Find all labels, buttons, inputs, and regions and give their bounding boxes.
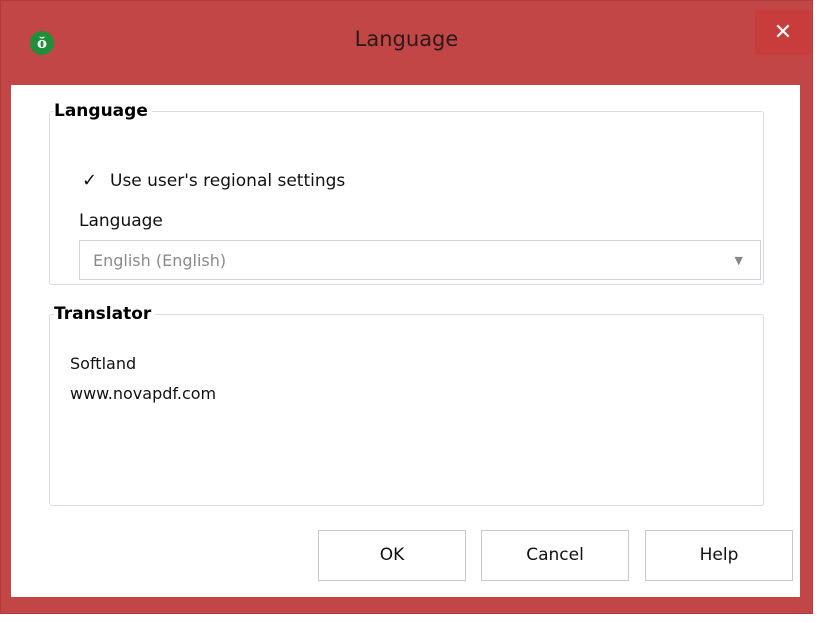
- translator-website: www.novapdf.com: [70, 384, 217, 403]
- regional-settings-label[interactable]: Use user's regional settings: [110, 171, 345, 191]
- ok-button[interactable]: OK: [318, 530, 466, 581]
- window-title: Language: [354, 27, 459, 51]
- dialog-content: Language ✓ Use user's regional settings …: [11, 85, 800, 597]
- dialog-window: ŏ Language ✕ Language ✓ Use user's regio…: [0, 0, 813, 614]
- language-field-label: Language: [79, 211, 163, 231]
- language-select-value: English (English): [93, 251, 227, 270]
- title-bar[interactable]: ŏ Language ✕: [1, 1, 812, 85]
- regional-settings-checkbox-row[interactable]: ✓ Use user's regional settings: [82, 171, 345, 191]
- translator-name: Softland: [70, 354, 137, 373]
- close-icon: ✕: [773, 20, 793, 45]
- close-button[interactable]: ✕: [755, 10, 811, 55]
- language-group-legend: Language: [54, 101, 148, 121]
- regional-settings-checkbox[interactable]: ✓: [82, 172, 100, 190]
- chevron-down-icon[interactable]: ▼: [735, 254, 743, 267]
- translator-group: Translator Softland www.novapdf.com: [49, 304, 764, 506]
- cancel-button[interactable]: Cancel: [481, 530, 629, 581]
- language-select[interactable]: English (English) ▼: [79, 240, 761, 280]
- translator-group-legend: Translator: [54, 304, 152, 324]
- help-button[interactable]: Help: [645, 530, 793, 581]
- language-group: Language ✓ Use user's regional settings …: [49, 101, 764, 285]
